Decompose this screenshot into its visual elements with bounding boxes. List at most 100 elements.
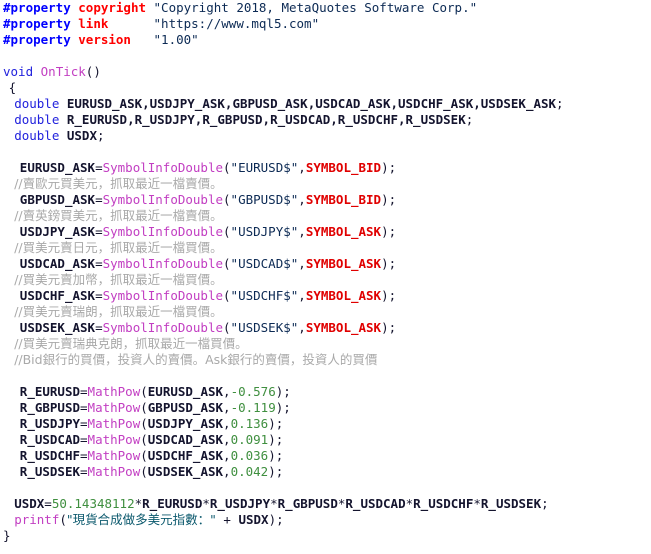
token-num: 50.14348112 bbox=[51, 496, 135, 511]
code-line[interactable]: USDJPY_ASK=SymbolInfoDouble("USDJPY$",SY… bbox=[0, 224, 651, 240]
token-cmt: //買美元賣加幣，抓取最近一檔買價。 bbox=[14, 272, 223, 287]
code-line[interactable]: //Bid銀行的買價，投資人的賣價。Ask銀行的賣價，投資人的買價 bbox=[0, 352, 651, 368]
token-plain: = bbox=[80, 400, 88, 415]
token-str: "USDJPY$" bbox=[230, 224, 299, 239]
code-line-blank[interactable] bbox=[0, 480, 651, 496]
code-line[interactable]: void OnTick() bbox=[0, 64, 651, 80]
token-num: 0.091 bbox=[230, 432, 269, 447]
code-line[interactable]: { bbox=[0, 80, 651, 96]
code-line[interactable]: //買美元賣瑞典克朗，抓取最近一檔買價。 bbox=[0, 336, 651, 352]
token-num: -0.576 bbox=[230, 384, 276, 399]
token-fn: SymbolInfoDouble bbox=[102, 320, 224, 335]
code-line[interactable]: GBPUSD_ASK=SymbolInfoDouble("GBPUSD$",SY… bbox=[0, 192, 651, 208]
code-line[interactable]: //買美元賣瑞朗，抓取最近一檔買價。 bbox=[0, 304, 651, 320]
token-plain: , bbox=[298, 288, 306, 303]
token-pre: #property bbox=[3, 16, 71, 31]
code-line[interactable]: R_USDCAD=MathPow(USDCAD_ASK,0.091); bbox=[0, 432, 651, 448]
code-line[interactable]: R_USDCHF=MathPow(USDCHF_ASK,0.036); bbox=[0, 448, 651, 464]
code-line[interactable]: double R_EURUSD,R_USDJPY,R_GBPUSD,R_USDC… bbox=[0, 112, 651, 128]
token-plain: , bbox=[223, 432, 231, 447]
token-fn: MathPow bbox=[87, 416, 141, 431]
code-line[interactable]: //買美元賣加幣，抓取最近一檔買價。 bbox=[0, 272, 651, 288]
token-plain: , bbox=[223, 464, 231, 479]
code-line-blank[interactable] bbox=[0, 144, 651, 160]
token-fn: printf bbox=[14, 512, 60, 527]
token-ident: R_USDCAD bbox=[19, 432, 81, 447]
token-num: 0.136 bbox=[230, 416, 269, 431]
token-ident: EURUSD_ASK bbox=[19, 160, 96, 175]
code-line-blank[interactable] bbox=[0, 368, 651, 384]
code-line[interactable]: R_USDSEK=MathPow(USDSEK_ASK,0.042); bbox=[0, 464, 651, 480]
token-str: "USDCHF$" bbox=[230, 288, 299, 303]
code-line[interactable]: #property version "1.00" bbox=[0, 32, 651, 48]
token-ident: EURUSD_ASK,USDJPY_ASK,GBPUSD_ASK,USDCAD_… bbox=[66, 96, 557, 111]
token-cmt: //賣歐元買美元，抓取最近一檔賣價。 bbox=[14, 176, 223, 191]
token-plain: = bbox=[95, 192, 103, 207]
token-ident: R_USDCHF bbox=[19, 448, 81, 463]
token-kw: double bbox=[14, 112, 60, 127]
code-line[interactable]: R_EURUSD=MathPow(EURUSD_ASK,-0.576); bbox=[0, 384, 651, 400]
token-plain: = bbox=[95, 160, 103, 175]
token-kw: void bbox=[3, 64, 34, 79]
code-line[interactable]: R_USDJPY=MathPow(USDJPY_ASK,0.136); bbox=[0, 416, 651, 432]
token-plain: ); bbox=[381, 224, 397, 239]
token-plain: , bbox=[223, 400, 231, 415]
code-line[interactable]: USDCHF_ASK=SymbolInfoDouble("USDCHF$",SY… bbox=[0, 288, 651, 304]
code-line[interactable]: //賣歐元買美元，抓取最近一檔賣價。 bbox=[0, 176, 651, 192]
token-plain: ; bbox=[96, 128, 105, 143]
token-num: 0.042 bbox=[230, 464, 269, 479]
token-plain: = bbox=[80, 416, 88, 431]
code-line[interactable]: double EURUSD_ASK,USDJPY_ASK,GBPUSD_ASK,… bbox=[0, 96, 651, 112]
code-line[interactable]: EURUSD_ASK=SymbolInfoDouble("EURUSD$",SY… bbox=[0, 160, 651, 176]
code-line[interactable]: //買美元賣日元，抓取最近一檔買價。 bbox=[0, 240, 651, 256]
token-const: SYMBOL_BID bbox=[305, 160, 382, 175]
token-plain: ); bbox=[381, 288, 397, 303]
token-ident: R_USDCAD bbox=[345, 496, 406, 511]
token-ident: USDCHF_ASK bbox=[147, 448, 224, 463]
token-pre: #property bbox=[3, 32, 71, 47]
code-line[interactable]: #property copyright "Copyright 2018, Met… bbox=[0, 0, 651, 16]
token-str: "EURUSD$" bbox=[230, 160, 299, 175]
code-line[interactable]: #property link "https://www.mql5.com" bbox=[0, 16, 651, 32]
token-ident: USDJPY_ASK bbox=[147, 416, 224, 431]
token-propname: version bbox=[78, 32, 131, 47]
code-line[interactable]: double USDX; bbox=[0, 128, 651, 144]
token-fn: MathPow bbox=[87, 384, 141, 399]
code-line[interactable]: //賣英鎊買美元，抓取最近一檔賣價。 bbox=[0, 208, 651, 224]
token-ident: USDCAD_ASK bbox=[147, 432, 224, 447]
code-line-blank[interactable] bbox=[0, 48, 651, 64]
token-plain: ; bbox=[556, 96, 564, 111]
token-ident: R_EURUSD bbox=[19, 384, 81, 399]
token-plain: ); bbox=[268, 416, 284, 431]
token-plain: + bbox=[215, 512, 239, 527]
code-editor-pane[interactable]: #property copyright "Copyright 2018, Met… bbox=[0, 0, 651, 554]
code-line[interactable]: USDCAD_ASK=SymbolInfoDouble("USDCAD$",SY… bbox=[0, 256, 651, 272]
code-line[interactable]: R_GBPUSD=MathPow(GBPUSD_ASK,-0.119); bbox=[0, 400, 651, 416]
token-ident: R_GBPUSD bbox=[277, 496, 338, 511]
token-plain: , bbox=[223, 448, 231, 463]
token-cmt: //買美元賣瑞典克朗，抓取最近一檔買價。 bbox=[14, 336, 248, 351]
token-ident: R_USDSEK bbox=[480, 496, 542, 511]
token-ident: USDX bbox=[66, 128, 97, 143]
token-plain: ); bbox=[268, 432, 284, 447]
token-plain: ); bbox=[381, 160, 397, 175]
token-const: SYMBOL_ASK bbox=[305, 224, 382, 239]
token-plain: ( bbox=[223, 192, 231, 207]
token-plain: ); bbox=[381, 192, 397, 207]
token-plain: ); bbox=[381, 320, 397, 335]
token-plain: * bbox=[270, 496, 278, 511]
code-line[interactable]: printf("現貨合成做多美元指數：" + USDX); bbox=[0, 512, 651, 528]
token-kw: double bbox=[14, 96, 60, 111]
token-str: "1.00" bbox=[153, 32, 199, 47]
token-strcjk: "現貨合成做多美元指數：" bbox=[66, 512, 216, 527]
code-line[interactable]: } bbox=[0, 528, 651, 544]
code-line[interactable]: USDX=50.14348112*R_EURUSD*R_USDJPY*R_GBP… bbox=[0, 496, 651, 512]
code-line[interactable]: USDSEK_ASK=SymbolInfoDouble("USDSEK$",SY… bbox=[0, 320, 651, 336]
code-body[interactable]: #property copyright "Copyright 2018, Met… bbox=[0, 0, 651, 544]
token-plain: ( bbox=[140, 448, 148, 463]
